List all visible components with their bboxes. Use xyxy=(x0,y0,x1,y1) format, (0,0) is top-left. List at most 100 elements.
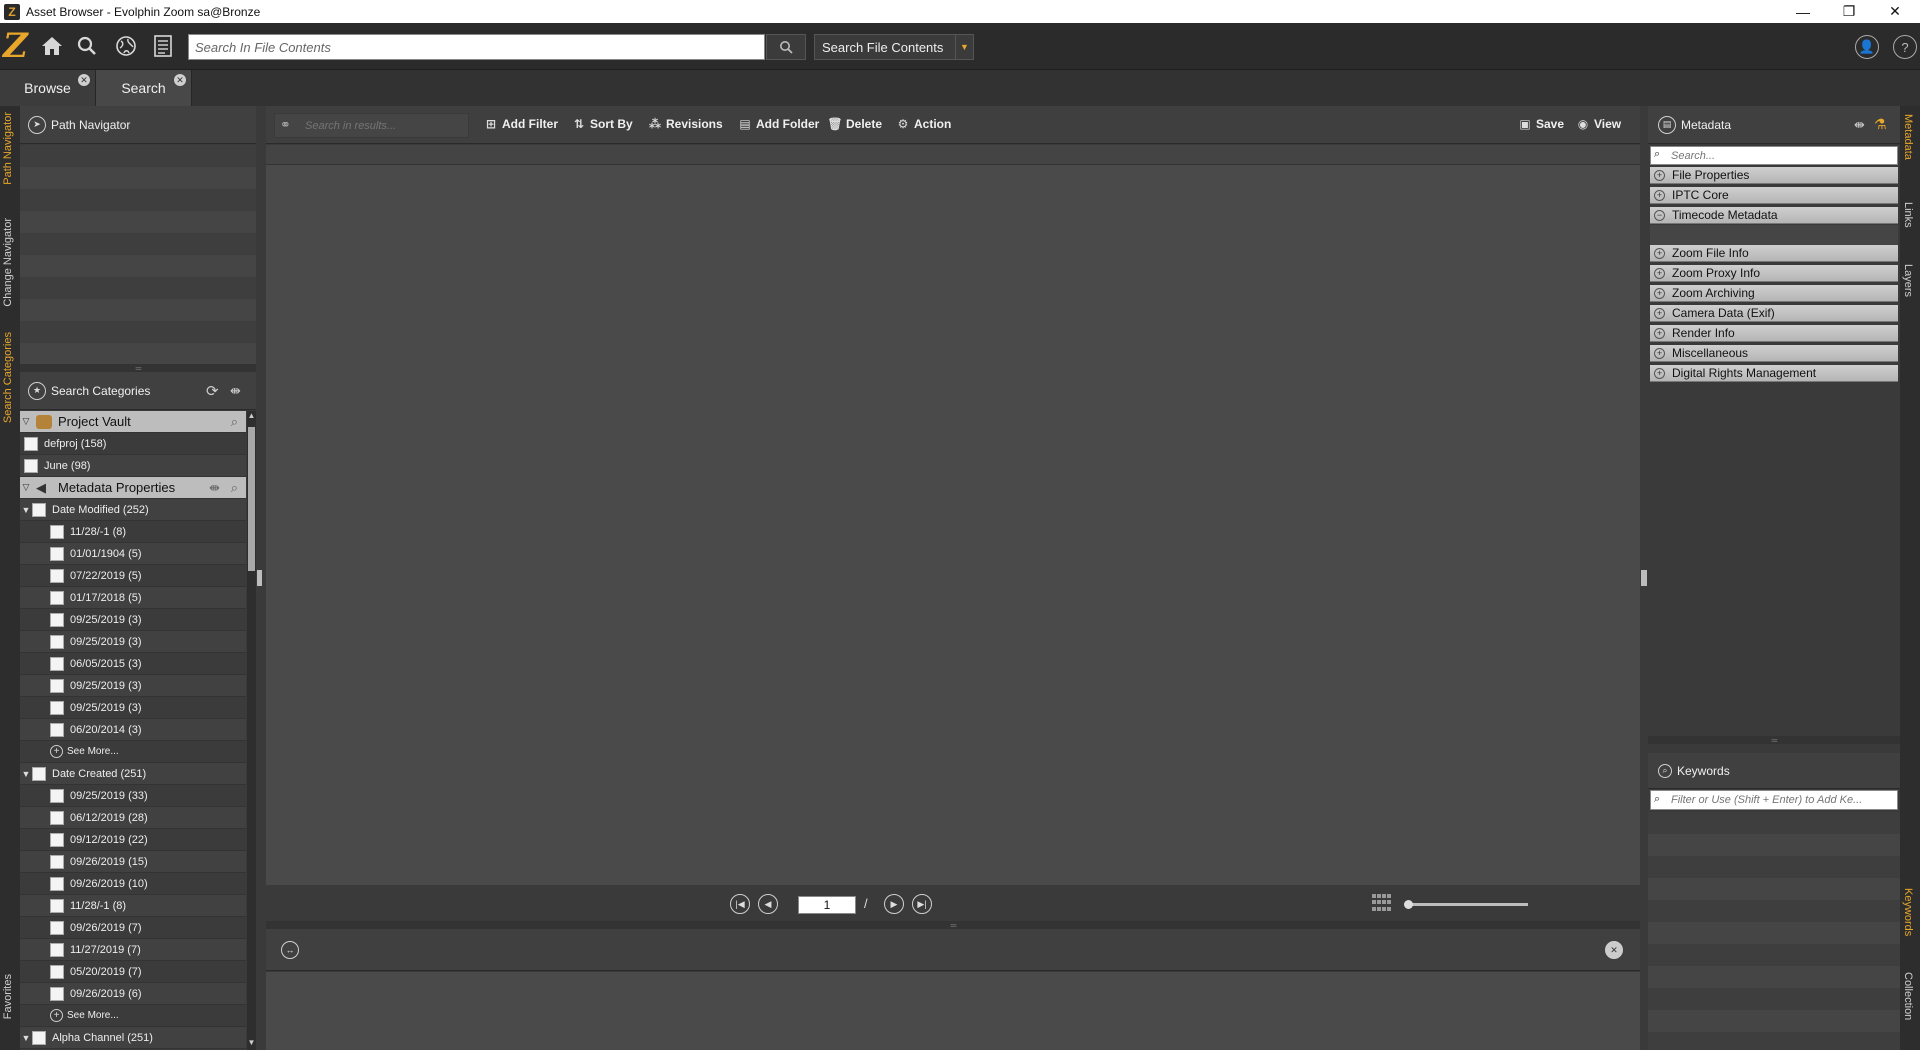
section-render-info[interactable]: + Render Info xyxy=(1650,325,1898,342)
save-button[interactable]: ▣ Save xyxy=(1518,117,1564,131)
scroll-down-icon[interactable]: ▼ xyxy=(247,1038,256,1050)
collapse-icon[interactable]: ⇼ xyxy=(1854,117,1865,133)
preview-splitter-handle[interactable]: ═ xyxy=(266,921,1640,930)
checkbox[interactable] xyxy=(50,920,64,935)
list-item[interactable]: 09/12/2019 (22) xyxy=(20,829,246,851)
search-in-results-input[interactable] xyxy=(274,113,469,138)
alpha-channel-group[interactable]: ▼ Alpha Channel (251) xyxy=(20,1027,246,1049)
list-item[interactable]: 07/22/2019 (5) xyxy=(20,565,246,587)
section-camera-data[interactable]: + Camera Data (Exif) xyxy=(1650,305,1898,322)
prev-page-icon[interactable]: ◀ xyxy=(758,894,778,914)
splitter-handle[interactable]: ═ xyxy=(20,364,256,373)
list-item[interactable]: 11/27/2019 (7) xyxy=(20,939,246,961)
list-item[interactable]: 09/26/2019 (6) xyxy=(20,983,246,1005)
list-item[interactable]: 05/20/2019 (7) xyxy=(20,961,246,983)
section-zoom-proxy-info[interactable]: + Zoom Proxy Info xyxy=(1650,265,1898,282)
close-preview-icon[interactable]: ✕ xyxy=(1605,941,1623,959)
checkbox[interactable] xyxy=(50,656,64,671)
vtab-layers[interactable]: Layers xyxy=(1902,264,1914,297)
vtab-search-categories[interactable]: Search Categories xyxy=(2,332,14,423)
checkbox[interactable] xyxy=(50,678,64,693)
metadata-properties-group[interactable]: ▽ ◀ Metadata Properties ⇼ ⌕ xyxy=(20,477,246,499)
section-digital-rights-management[interactable]: + Digital Rights Management xyxy=(1650,365,1898,382)
scrollbar-thumb[interactable] xyxy=(248,427,255,571)
section-zoom-archiving[interactable]: + Zoom Archiving xyxy=(1650,285,1898,302)
slider-knob[interactable] xyxy=(1404,900,1413,909)
help-icon[interactable]: ? xyxy=(1893,35,1917,59)
checkbox[interactable] xyxy=(50,700,64,715)
close-window-button[interactable]: ✕ xyxy=(1872,0,1918,23)
date-created-group[interactable]: ▼ Date Created (251) xyxy=(20,763,246,785)
search-mode-dropdown[interactable]: Search File Contents ▼ xyxy=(814,34,974,60)
preview-link-icon[interactable]: ↔ xyxy=(281,941,299,959)
checkbox[interactable] xyxy=(50,612,64,627)
first-page-icon[interactable]: |◀ xyxy=(730,894,750,914)
scroll-up-icon[interactable]: ▲ xyxy=(247,411,256,423)
page-number-input[interactable] xyxy=(798,896,856,914)
see-more-link[interactable]: + See More... xyxy=(20,1005,246,1027)
section-timecode-metadata[interactable]: − Timecode Metadata xyxy=(1650,207,1898,224)
metadata-search-input[interactable] xyxy=(1650,146,1898,165)
minimize-button[interactable]: — xyxy=(1780,0,1826,23)
checkbox[interactable] xyxy=(50,590,64,605)
file-contents-search-input[interactable] xyxy=(188,34,765,60)
flask-icon[interactable]: ⚗ xyxy=(1874,116,1887,133)
checkbox[interactable] xyxy=(32,502,46,517)
keyword-list[interactable] xyxy=(1648,812,1900,1050)
see-more-link[interactable]: + See More... xyxy=(20,741,246,763)
list-item[interactable]: 09/26/2019 (10) xyxy=(20,873,246,895)
results-grid[interactable] xyxy=(266,165,1640,885)
action-button[interactable]: ⚙ Action xyxy=(896,117,952,131)
expand-triangle-icon[interactable]: ▼ xyxy=(20,1033,32,1043)
checkbox[interactable] xyxy=(50,634,64,649)
task-list-icon[interactable] xyxy=(150,33,176,59)
vtab-keywords[interactable]: Keywords xyxy=(1902,888,1914,936)
chevron-down-icon[interactable]: ▼ xyxy=(955,35,973,59)
keyword-filter-input[interactable] xyxy=(1650,790,1898,810)
list-item[interactable]: 09/25/2019 (3) xyxy=(20,675,246,697)
close-icon[interactable]: ✕ xyxy=(174,74,186,86)
vtab-links[interactable]: Links xyxy=(1902,202,1914,228)
home-icon[interactable] xyxy=(39,33,65,59)
revisions-button[interactable]: ⁂ Revisions xyxy=(648,117,723,131)
grid-view-icon[interactable] xyxy=(1372,894,1392,912)
checkbox[interactable] xyxy=(50,876,64,891)
search-icon[interactable]: ⌕ xyxy=(231,480,238,496)
collapse-icon[interactable]: ⇼ xyxy=(209,480,220,496)
checkbox[interactable] xyxy=(24,458,38,473)
tab-search[interactable]: Search ✕ xyxy=(96,70,192,106)
checkbox[interactable] xyxy=(50,810,64,825)
sort-by-button[interactable]: ⇅ Sort By xyxy=(572,117,633,131)
checkbox[interactable] xyxy=(32,1030,46,1045)
restore-button[interactable]: ❐ xyxy=(1826,0,1872,23)
vtab-change-navigator[interactable]: Change Navigator xyxy=(2,218,14,307)
list-item[interactable]: 01/01/1904 (5) xyxy=(20,543,246,565)
category-scrollbar[interactable]: ▲ ▼ xyxy=(247,411,256,1050)
checkbox[interactable] xyxy=(50,546,64,561)
list-item[interactable]: 09/25/2019 (3) xyxy=(20,697,246,719)
checkbox[interactable] xyxy=(50,788,64,803)
last-page-icon[interactable]: ▶| xyxy=(912,894,932,914)
list-item[interactable]: 09/26/2019 (15) xyxy=(20,851,246,873)
add-filter-button[interactable]: ⊞ Add Filter xyxy=(484,117,558,131)
date-modified-group[interactable]: ▼ Date Modified (252) xyxy=(20,499,246,521)
vtab-favorites[interactable]: Favorites xyxy=(2,974,14,1019)
expand-triangle-icon[interactable]: ▽ xyxy=(20,482,32,493)
section-miscellaneous[interactable]: + Miscellaneous xyxy=(1650,345,1898,362)
list-item[interactable]: 09/25/2019 (33) xyxy=(20,785,246,807)
list-item[interactable]: 09/25/2019 (3) xyxy=(20,609,246,631)
collapse-icon[interactable]: ⇼ xyxy=(230,383,241,399)
list-item[interactable]: defproj (158) xyxy=(20,433,246,455)
section-zoom-file-info[interactable]: + Zoom File Info xyxy=(1650,245,1898,262)
checkbox[interactable] xyxy=(50,942,64,957)
project-vault-group[interactable]: ▽ Project Vault ⌕ xyxy=(20,411,246,433)
list-item[interactable]: 01/17/2018 (5) xyxy=(20,587,246,609)
checkbox[interactable] xyxy=(50,832,64,847)
vtab-collection[interactable]: Collection xyxy=(1902,972,1914,1020)
list-item[interactable]: 09/25/2019 (3) xyxy=(20,631,246,653)
tab-browse[interactable]: Browse ✕ xyxy=(0,70,96,106)
close-icon[interactable]: ✕ xyxy=(78,74,90,86)
expand-triangle-icon[interactable]: ▼ xyxy=(20,505,32,515)
checkbox[interactable] xyxy=(50,898,64,913)
checkbox[interactable] xyxy=(50,568,64,583)
